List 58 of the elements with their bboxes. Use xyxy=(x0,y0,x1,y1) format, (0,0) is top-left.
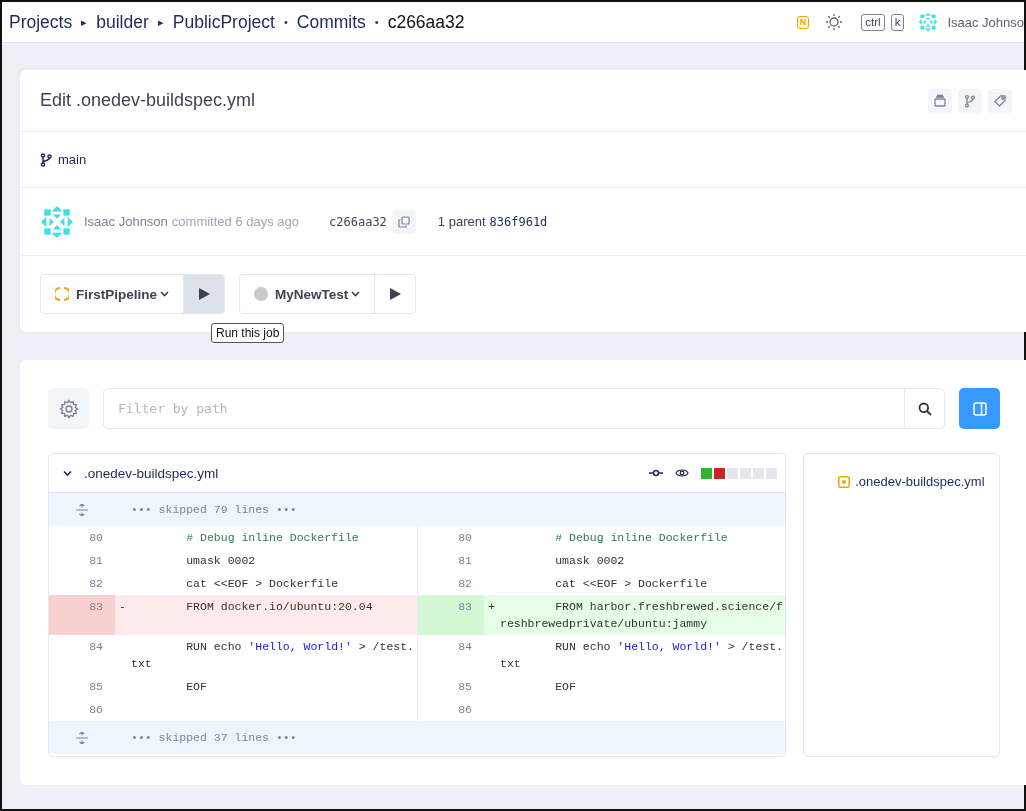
parent-label: 1 parent xyxy=(437,214,486,229)
archive-button[interactable] xyxy=(928,88,952,113)
avatar-icon xyxy=(918,12,939,32)
commit-time: committed 6 days ago xyxy=(171,214,300,229)
run-button[interactable] xyxy=(184,275,225,313)
branch-link[interactable]: main xyxy=(58,152,87,167)
tooltip: Run this job xyxy=(211,323,285,343)
breadcrumb-link[interactable]: builder xyxy=(96,11,149,33)
spinner-icon xyxy=(55,286,69,302)
chevron-down-icon xyxy=(160,291,170,297)
breadcrumb-link[interactable]: Commits xyxy=(296,11,366,33)
play-icon xyxy=(389,288,401,300)
diff-marker: - xyxy=(119,600,126,613)
commit-hash: c266aa32 xyxy=(329,214,387,229)
skipped-lines-text: ••• skipped 79 lines ••• xyxy=(130,503,298,516)
breadcrumb-separator: • xyxy=(283,16,288,28)
line-number: 83 xyxy=(49,595,115,635)
commit-title: Edit .onedev-buildspec.yml xyxy=(40,90,257,111)
copy-icon xyxy=(397,215,410,228)
archive-icon xyxy=(933,93,947,108)
file-icon xyxy=(838,475,851,488)
panel-icon xyxy=(972,401,987,416)
breadcrumb-separator: ▸ xyxy=(157,15,164,29)
diff-marker: + xyxy=(488,600,495,613)
parent-hash-link[interactable]: 836f961d xyxy=(489,214,548,229)
breadcrumb-separator: ▸ xyxy=(81,15,88,29)
status-dot-icon xyxy=(254,287,269,301)
commit-icon[interactable] xyxy=(649,468,664,478)
branch-icon xyxy=(963,93,977,108)
author-name[interactable]: Isaac Johnson xyxy=(84,214,168,229)
expand-icon[interactable] xyxy=(76,503,88,516)
job-button[interactable]: MyNewTest xyxy=(240,275,376,313)
tag-button[interactable] xyxy=(988,88,1012,113)
avatar-icon xyxy=(40,204,74,239)
copy-button[interactable] xyxy=(391,209,416,234)
shortcut-key: ctrl xyxy=(861,13,885,31)
search-icon xyxy=(917,401,932,416)
chevron-down-icon xyxy=(351,291,361,297)
expand-icon[interactable] xyxy=(76,731,88,744)
file-name: .onedev-buildspec.yml xyxy=(84,465,220,481)
branch-icon xyxy=(40,152,52,167)
user-name[interactable]: Isaac Johnso xyxy=(947,14,1024,30)
shortcut-key: k xyxy=(890,13,905,31)
job-button[interactable]: FirstPipeline xyxy=(41,275,185,313)
file-tree-toggle[interactable] xyxy=(959,388,1000,429)
tag-icon xyxy=(993,93,1007,108)
settings-button[interactable] xyxy=(48,388,89,429)
sun-icon[interactable] xyxy=(825,13,844,31)
file-tree-item[interactable]: .onedev-buildspec.yml xyxy=(855,474,985,489)
branch-button[interactable] xyxy=(958,88,982,113)
line-number: 83 xyxy=(418,595,484,635)
eye-icon[interactable] xyxy=(675,468,690,478)
breadcrumb-link[interactable]: Projects xyxy=(9,11,73,33)
skipped-lines-text: ••• skipped 37 lines ••• xyxy=(130,731,298,744)
breadcrumb-link[interactable]: PublicProject xyxy=(172,11,275,33)
settings-icon xyxy=(58,398,79,419)
breadcrumb-separator: • xyxy=(374,16,379,28)
play-icon xyxy=(198,288,210,300)
